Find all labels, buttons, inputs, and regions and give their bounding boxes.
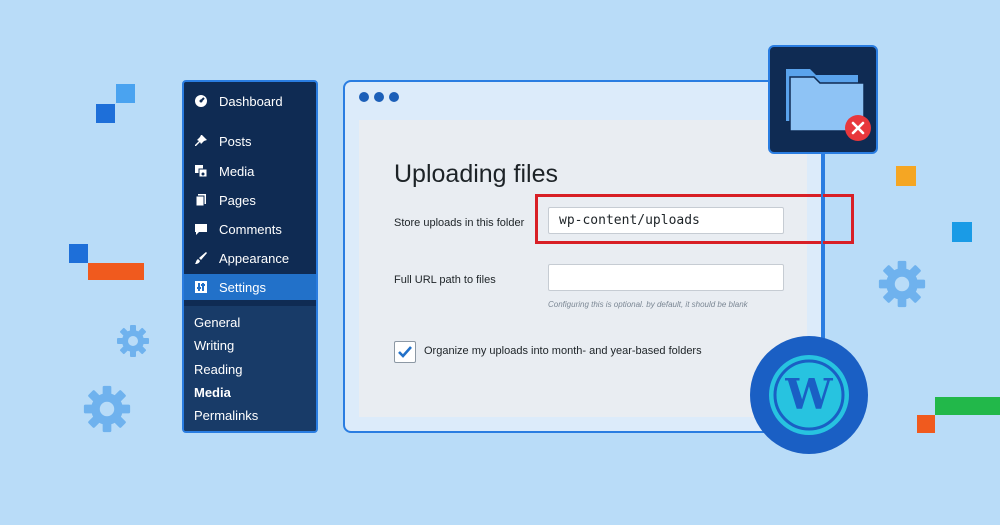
submenu-item-media[interactable]: Media <box>194 385 231 400</box>
decor-square <box>917 415 935 433</box>
decor-bar <box>88 263 144 280</box>
sidebar-item-settings[interactable]: Settings <box>184 274 316 300</box>
submenu-item-permalinks[interactable]: Permalinks <box>194 408 258 423</box>
gear-icon <box>878 260 926 308</box>
submenu-item-general[interactable]: General <box>194 315 240 330</box>
submenu-item-writing[interactable]: Writing <box>194 338 234 353</box>
window-controls <box>359 92 399 102</box>
gear-icon <box>117 325 149 357</box>
check-icon <box>398 346 412 358</box>
brush-icon <box>193 250 209 266</box>
url-path-label: Full URL path to files <box>394 274 496 286</box>
connector-line <box>821 153 823 343</box>
decor-bar <box>935 397 1000 415</box>
settings-icon <box>193 279 209 295</box>
folder-error-card <box>768 45 878 154</box>
sidebar-item-label: Settings <box>219 279 266 295</box>
store-uploads-label: Store uploads in this folder <box>394 217 525 229</box>
sidebar-item-label: Media <box>219 163 255 179</box>
sidebar-item-appearance[interactable]: Appearance <box>184 245 316 271</box>
decor-square <box>896 166 916 186</box>
sidebar-item-label: Dashboard <box>219 93 283 109</box>
url-path-input[interactable] <box>548 264 784 291</box>
sidebar-item-posts[interactable]: Posts <box>184 128 316 154</box>
highlight-box <box>535 194 854 244</box>
sidebar-item-label: Posts <box>219 133 252 149</box>
wordpress-logo-icon: W <box>769 355 849 435</box>
gear-icon <box>83 385 131 433</box>
decor-square <box>952 222 972 242</box>
window-dot[interactable] <box>374 92 384 102</box>
decor-square <box>69 244 88 263</box>
sidebar-item-dashboard[interactable]: Dashboard <box>184 88 316 114</box>
admin-sidebar: Dashboard Posts Media Pages Comments App… <box>182 80 318 433</box>
submenu-item-reading[interactable]: Reading <box>194 362 242 377</box>
url-path-hint: Configuring this is optional. by default… <box>548 300 748 309</box>
svg-text:W: W <box>784 370 833 419</box>
sidebar-item-comments[interactable]: Comments <box>184 216 316 242</box>
decor-square <box>116 84 135 103</box>
page-title: Uploading files <box>394 160 558 188</box>
sidebar-item-media[interactable]: Media <box>184 158 316 184</box>
comment-icon <box>193 221 209 237</box>
sidebar-item-label: Comments <box>219 221 282 237</box>
window-dot[interactable] <box>389 92 399 102</box>
pages-icon <box>193 192 209 208</box>
organize-folders-checkbox[interactable] <box>394 341 416 363</box>
sidebar-item-label: Appearance <box>219 250 290 266</box>
sidebar-item-label: Pages <box>219 192 256 208</box>
decor-square <box>96 104 115 123</box>
window-dot[interactable] <box>359 92 369 102</box>
settings-submenu: General Writing Reading Media Permalinks <box>184 306 316 431</box>
wordpress-badge: W <box>750 336 868 454</box>
pin-icon <box>193 133 209 149</box>
media-icon <box>193 163 209 179</box>
sidebar-item-pages[interactable]: Pages <box>184 187 316 213</box>
dashboard-icon <box>193 93 209 109</box>
settings-panel: Uploading files Store uploads in this fo… <box>359 120 807 417</box>
error-x-icon <box>845 115 871 141</box>
organize-folders-label: Organize my uploads into month- and year… <box>424 345 702 357</box>
